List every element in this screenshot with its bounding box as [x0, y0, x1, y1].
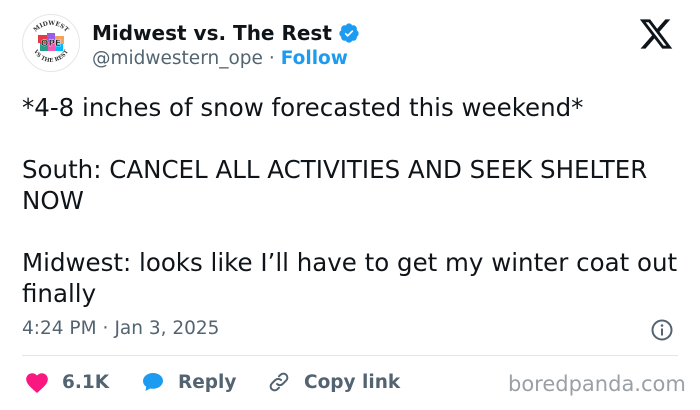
verified-badge-icon [339, 23, 359, 43]
tweet-time: 4:24 PM [22, 318, 97, 339]
divider [22, 355, 678, 356]
avatar-logo-icon: OPE MIDWEST VS THE REST [24, 16, 78, 70]
tweet-paragraph-3: Midwest: looks like I’ll have to get my … [22, 248, 678, 308]
info-icon[interactable] [650, 318, 674, 342]
author-handle[interactable]: @midwestern_ope [92, 48, 263, 69]
follow-button[interactable]: Follow [281, 48, 348, 69]
watermark: boredpanda.com [508, 372, 686, 396]
timestamp-separator: · [102, 318, 109, 339]
heart-icon [26, 373, 48, 394]
handle-separator: · [268, 48, 275, 69]
reply-button[interactable]: Reply [140, 368, 236, 396]
tweet-paragraph-1: *4-8 inches of snow forecasted this week… [22, 93, 584, 122]
author-handle-row: @midwestern_ope · Follow [92, 48, 348, 69]
author-name-row: Midwest vs. The Rest [92, 20, 360, 46]
tweet-paragraph-2: South: CANCEL ALL ACTIVITIES AND SEEK SH… [22, 155, 648, 215]
svg-text:OPE: OPE [41, 39, 61, 49]
copy-link-label: Copy link [304, 371, 401, 393]
avatar[interactable]: OPE MIDWEST VS THE REST [22, 14, 80, 72]
copy-link-button[interactable]: Copy link [266, 368, 400, 396]
tweet-text: *4-8 inches of snow forecasted this week… [22, 92, 682, 309]
reply-label: Reply [178, 371, 237, 393]
link-icon [269, 372, 289, 392]
author-display-name[interactable]: Midwest vs. The Rest [92, 21, 332, 45]
like-button[interactable]: 6.1K [24, 368, 109, 396]
like-count: 6.1K [62, 371, 110, 393]
x-logo-icon[interactable] [636, 16, 676, 52]
reply-bubble-icon [143, 373, 163, 391]
tweet-card: OPE MIDWEST VS THE REST Midwest vs. The … [0, 0, 700, 410]
tweet-date: Jan 3, 2025 [114, 318, 220, 339]
tweet-timestamp[interactable]: 4:24 PM · Jan 3, 2025 [22, 318, 219, 339]
